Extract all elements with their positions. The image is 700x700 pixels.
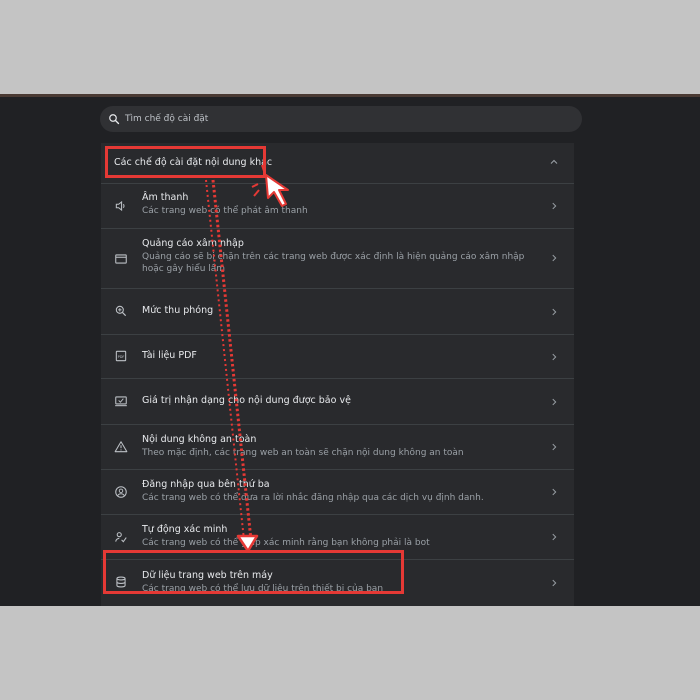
dotted-arrow-line: [205, 179, 253, 541]
annotation-arrow-overlay: [205, 164, 289, 553]
arrow-head: [236, 534, 259, 553]
cursor-pointer-icon: [251, 164, 289, 207]
